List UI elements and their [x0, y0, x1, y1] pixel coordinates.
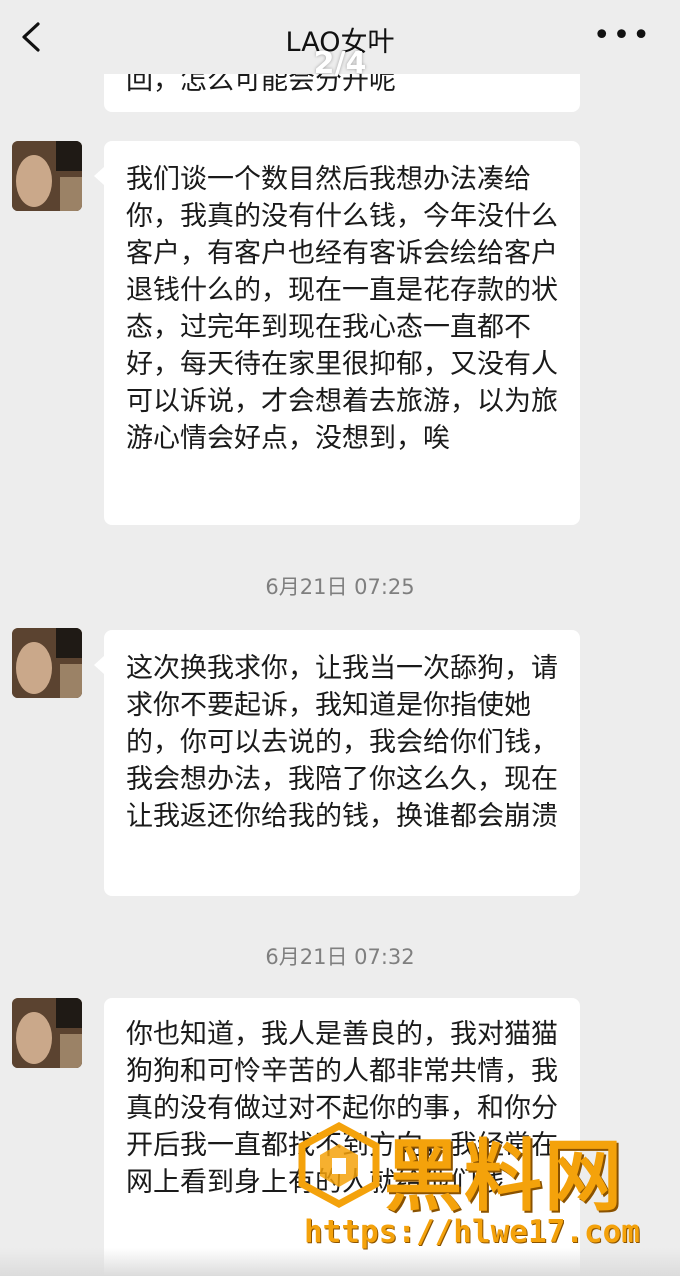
contact-avatar[interactable]	[12, 998, 82, 1068]
message-text: 这次换我求你，让我当一次舔狗，请求你不要起诉，我知道是你指使她的，你可以去说的，…	[126, 653, 558, 832]
timestamp: 6月21日 07:32	[265, 945, 415, 969]
timestamp: 6月21日 07:25	[265, 575, 415, 599]
contact-avatar[interactable]	[12, 628, 82, 698]
bottom-fade	[0, 1248, 680, 1276]
page-counter: 2/4	[313, 46, 367, 81]
message-text: 你也知道，我人是善良的，我对猫猫狗狗和可怜辛苦的人都非常共情，我真的没有做过对不…	[126, 1019, 558, 1198]
message-bubble[interactable]: 你也知道，我人是善良的，我对猫猫狗狗和可怜辛苦的人都非常共情，我真的没有做过对不…	[104, 998, 580, 1276]
contact-avatar[interactable]	[12, 141, 82, 211]
message-text: 我们谈一个数目然后我想办法凑给你，我真的没有什么钱，今年没什么客户，有客户也经有…	[126, 164, 558, 454]
message-bubble[interactable]: 我们谈一个数目然后我想办法凑给你，我真的没有什么钱，今年没什么客户，有客户也经有…	[94, 141, 580, 525]
message-bubble[interactable]: 这次换我求你，让我当一次舔狗，请求你不要起诉，我知道是你指使她的，你可以去说的，…	[94, 630, 580, 896]
